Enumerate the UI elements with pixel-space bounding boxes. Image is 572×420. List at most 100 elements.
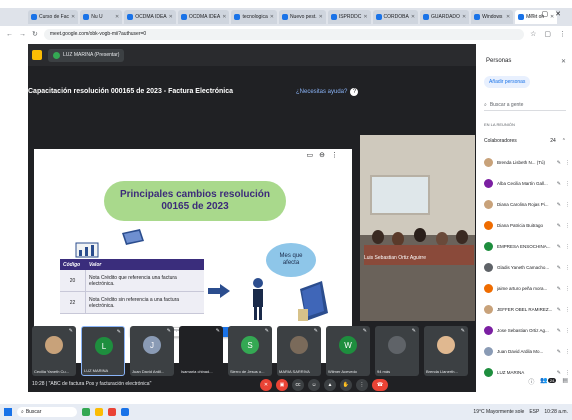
search-icon: ⌕ (21, 409, 24, 415)
captions-button[interactable]: cc (292, 379, 304, 391)
table-row: 22 Nota Crédito sin referencia a una fac… (60, 292, 204, 314)
browser-tab[interactable]: OCDMA IDEA ✕ (124, 10, 176, 24)
list-item[interactable]: jaime arturo peña mora... ✎ ⋮ (484, 278, 570, 299)
taskbar-app-icon[interactable] (82, 408, 90, 416)
meet-control-bar: 10:28 | "ABC de factura Pos y facturació… (28, 378, 476, 392)
avatar (484, 179, 493, 188)
hang-up-button[interactable]: ☎ (372, 379, 388, 391)
participant-tile[interactable]: ✎ MARIA SARRIVA (277, 326, 321, 376)
close-tab-icon[interactable]: ✕ (270, 14, 274, 20)
list-item[interactable]: Alba Cecilia Martín Gall... ✎ ⋮ (484, 173, 570, 194)
clock[interactable]: 10:28 a.m. (544, 409, 568, 415)
more-vert-icon[interactable]: ⋮ (565, 181, 570, 187)
participant-tile[interactable]: W ✎ Wilmer Acevedo (326, 326, 370, 376)
more-vert-icon[interactable]: ⋮ (565, 328, 570, 334)
more-vert-icon[interactable]: ⋮ (565, 307, 570, 313)
browser-tab[interactable]: Nu U ✕ (80, 10, 123, 24)
participant-tile[interactable]: S ✎ Sierro de Jesus o... (228, 326, 272, 376)
url-field[interactable]: meet.google.com/obk-vogb-mii?authuser=0 (43, 28, 525, 40)
more-vert-icon[interactable]: ⋮ (565, 223, 570, 229)
windows-start-icon[interactable] (4, 408, 12, 416)
close-tab-icon[interactable]: ✕ (71, 14, 75, 20)
people-icon[interactable]: 👥 24 (540, 377, 557, 386)
close-tab-icon[interactable]: ✕ (411, 14, 415, 20)
avatar (484, 242, 493, 251)
mic-muted-icon: ✎ (556, 285, 561, 292)
forward-icon[interactable]: → (19, 31, 26, 38)
more-vert-icon[interactable]: ⋮ (565, 370, 570, 376)
collaborators-header[interactable]: Colaboradores 24 ⌃ (484, 136, 566, 146)
list-item[interactable]: Juan David Ardila Mo... ✎ ⋮ (484, 341, 570, 362)
list-item[interactable]: Diana Patricia Buitrago ✎ ⋮ (484, 215, 570, 236)
avatar: S (241, 336, 259, 354)
list-item[interactable]: Brenda Lisbeth N... (Tú) ✎ ⋮ (484, 152, 570, 173)
menu-icon[interactable]: ⋮ (559, 30, 566, 38)
browser-tab[interactable]: Nuevo pest. ✕ (278, 10, 326, 24)
present-button[interactable]: ▲ (324, 379, 336, 391)
reactions-button[interactable]: ☺ (308, 379, 320, 391)
window-controls[interactable]: –▢✕ (531, 10, 568, 18)
camera-off-button[interactable]: ▣ (276, 379, 288, 391)
more-vert-icon[interactable]: ⋮ (565, 160, 570, 166)
close-tab-icon[interactable]: ✕ (115, 14, 119, 20)
more-vert-icon[interactable]: ⋮ (565, 349, 570, 355)
browser-tab[interactable]: OCDMA IDEA ✕ (177, 10, 230, 24)
speech-bubble-line-2: afecta (282, 260, 300, 266)
close-tab-icon[interactable]: ✕ (363, 14, 367, 20)
add-people-button[interactable]: Añadir personas (484, 76, 531, 88)
browser-tab[interactable]: GUARDADO ✕ (420, 10, 470, 24)
reload-icon[interactable]: ↻ (32, 30, 38, 38)
browser-tab[interactable]: CORDOBA ✕ (372, 10, 419, 24)
list-item[interactable]: Diana Carolina Rojas Pi... ✎ ⋮ (484, 194, 570, 215)
close-icon[interactable]: ✕ (561, 58, 566, 65)
browser-tab[interactable]: Windows ✕ (471, 10, 514, 24)
people-search-placeholder: Buscar a gente (489, 102, 524, 108)
info-icon[interactable]: ⓘ (528, 377, 534, 386)
mic-muted-icon: ✎ (556, 369, 561, 376)
mic-muted-icon: ✎ (556, 159, 561, 166)
participant-tile[interactable]: L ✎ LUZ MARINA (81, 326, 125, 376)
close-tab-icon[interactable]: ✕ (169, 14, 173, 20)
language-indicator[interactable]: ESP (529, 409, 539, 415)
back-icon[interactable]: ← (6, 31, 13, 38)
taskbar-search-label: Buscar (25, 409, 42, 415)
more-options-button[interactable]: ⋮ (356, 379, 368, 391)
participant-tile[interactable]: ✎ 94 más (375, 326, 419, 376)
close-tab-icon[interactable]: ✕ (462, 14, 466, 20)
close-tab-icon[interactable]: ✕ (506, 14, 510, 20)
list-item[interactable]: JEFFER OBEL RAMIREZ... ✎ ⋮ (484, 299, 570, 320)
slide-toolbar-icons[interactable]: ▭⊖⋮ (307, 151, 344, 159)
participant-camera-feed[interactable]: Luis Sebastian Ortiz Aguirre (360, 135, 475, 321)
more-vert-icon[interactable]: ⋮ (565, 244, 570, 250)
extensions-icon[interactable]: ▢ (544, 30, 551, 38)
participant-tile[interactable]: ✎ Brenda Llanerth... (424, 326, 468, 376)
screen-left-edge (0, 44, 28, 392)
close-tab-icon[interactable]: ✕ (222, 14, 226, 20)
browser-tab[interactable]: Curso de Fac ✕ (28, 10, 79, 24)
presenter-chip[interactable]: LUZ MARINA (Presentar) (48, 48, 125, 62)
star-icon[interactable]: ☆ (530, 30, 536, 38)
more-vert-icon[interactable]: ⋮ (565, 286, 570, 292)
list-item[interactable]: EMPRESA ENSOCHINA... ✎ ⋮ (484, 236, 570, 257)
taskbar-app-icon[interactable] (121, 408, 129, 416)
taskbar-app-icon[interactable] (108, 408, 116, 416)
chart-illustration-icon (75, 242, 99, 258)
participant-tile[interactable]: ✎ Cecilia Yaneth Cu... (32, 326, 76, 376)
help-link[interactable]: ¿Necesitas ayuda? ? (296, 88, 359, 96)
raise-hand-button[interactable]: ✋ (340, 379, 352, 391)
more-vert-icon[interactable]: ⋮ (565, 265, 570, 271)
participant-tile[interactable]: J ✎ Juan David Ardil... (130, 326, 174, 376)
people-search-input[interactable]: ⌕ Buscar a gente (484, 100, 566, 111)
list-item[interactable]: Jose Sebastian Ortiz Ag... ✎ ⋮ (484, 320, 570, 341)
person-illustration-icon (253, 278, 263, 320)
mic-off-button[interactable]: ✕ (260, 379, 272, 391)
more-vert-icon[interactable]: ⋮ (565, 202, 570, 208)
close-tab-icon[interactable]: ✕ (319, 14, 323, 20)
taskbar-search[interactable]: ⌕ Buscar (17, 407, 77, 417)
chat-icon[interactable]: ▤ (562, 377, 568, 386)
participant-tile[interactable]: ✎ Isamaria chinad... (179, 326, 223, 376)
browser-tab[interactable]: tecnologica ✕ (231, 10, 277, 24)
taskbar-app-icon[interactable] (95, 408, 103, 416)
browser-tab[interactable]: ISPRDDC ✕ (327, 10, 371, 24)
list-item[interactable]: Gladis Yaneth Camacho... ✎ ⋮ (484, 257, 570, 278)
